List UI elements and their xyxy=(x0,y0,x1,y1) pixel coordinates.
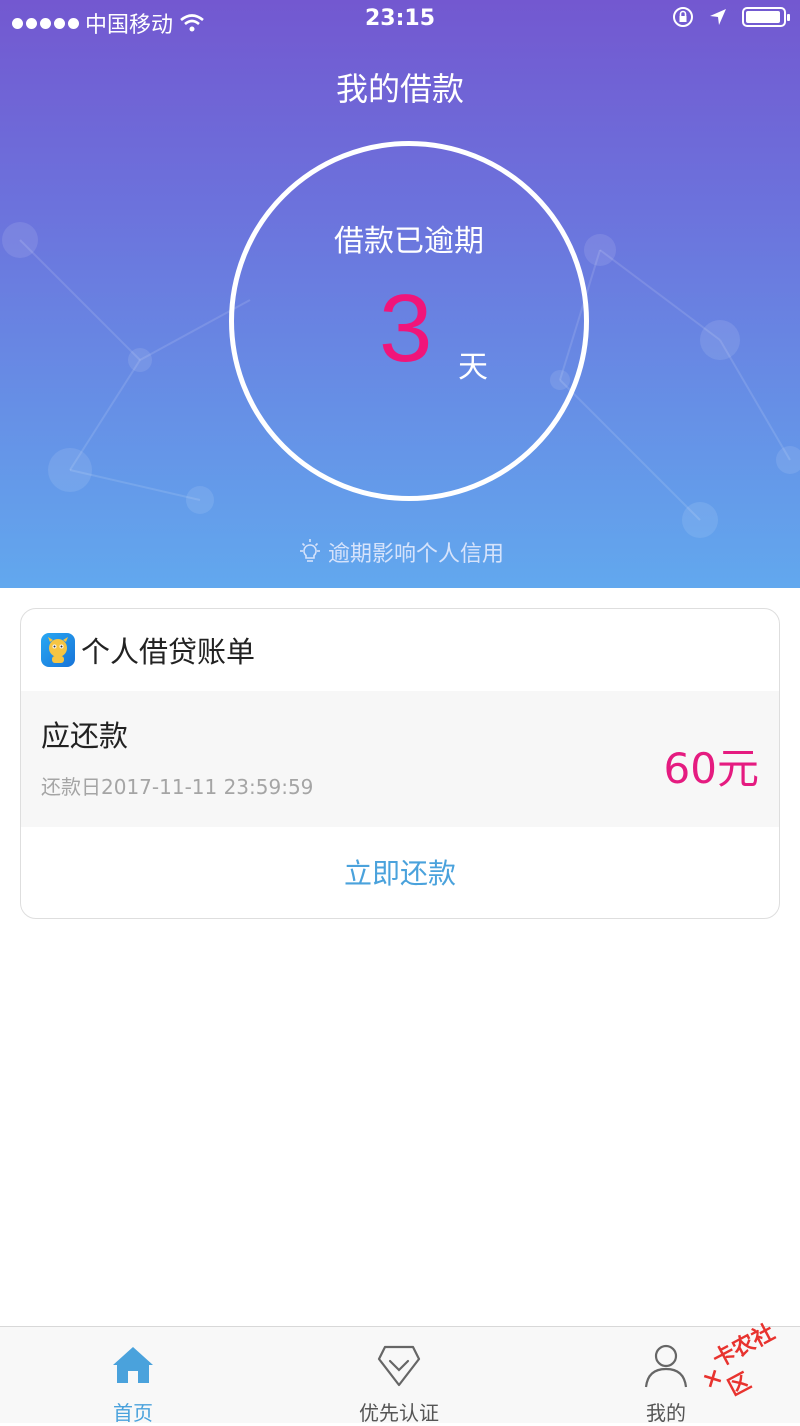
tab-certify[interactable]: 优先认证 xyxy=(299,1327,499,1425)
rotation-lock-icon xyxy=(673,7,693,27)
status-bar: 中国移动 23:15 xyxy=(0,0,800,40)
profile-icon xyxy=(644,1344,688,1388)
lightbulb-icon xyxy=(299,539,320,562)
overdue-label: 借款已逾期 xyxy=(334,224,484,259)
repay-now-button[interactable]: 立即还款 xyxy=(21,827,779,918)
hero-banner: 中国移动 23:15 我的借款 借款已逾期 3 天 逾期影响个人信用 xyxy=(0,0,800,588)
due-label: 应还款 xyxy=(41,719,129,753)
bill-card: 个人借贷账单 应还款 还款日2017-11-11 23:59:59 60元 立即… xyxy=(20,608,780,919)
credit-tip: 逾期影响个人信用 xyxy=(0,536,800,568)
tab-home-label: 首页 xyxy=(113,1401,153,1425)
home-icon xyxy=(113,1347,153,1383)
location-arrow-icon xyxy=(710,9,726,25)
app-logo-icon xyxy=(41,633,75,667)
page-title: 我的借款 xyxy=(335,70,464,108)
overdue-ring: 借款已逾期 3 天 xyxy=(229,141,589,501)
overdue-unit: 天 xyxy=(458,350,488,385)
battery-icon xyxy=(742,7,790,27)
bottom-tab-bar: 首页 优先认证 我的 xyxy=(0,1326,800,1425)
due-amount: 60元 xyxy=(663,744,759,793)
certify-icon xyxy=(377,1345,421,1387)
overdue-days: 3 xyxy=(379,275,433,382)
bill-row: 应还款 还款日2017-11-11 23:59:59 60元 xyxy=(21,691,779,827)
tab-certify-label: 优先认证 xyxy=(359,1401,439,1425)
credit-tip-text: 逾期影响个人信用 xyxy=(327,542,504,567)
tab-home[interactable]: 首页 xyxy=(33,1327,233,1425)
due-date: 还款日2017-11-11 23:59:59 xyxy=(41,775,314,799)
bill-card-title: 个人借贷账单 xyxy=(81,635,256,669)
bill-card-header: 个人借贷账单 xyxy=(21,609,779,691)
